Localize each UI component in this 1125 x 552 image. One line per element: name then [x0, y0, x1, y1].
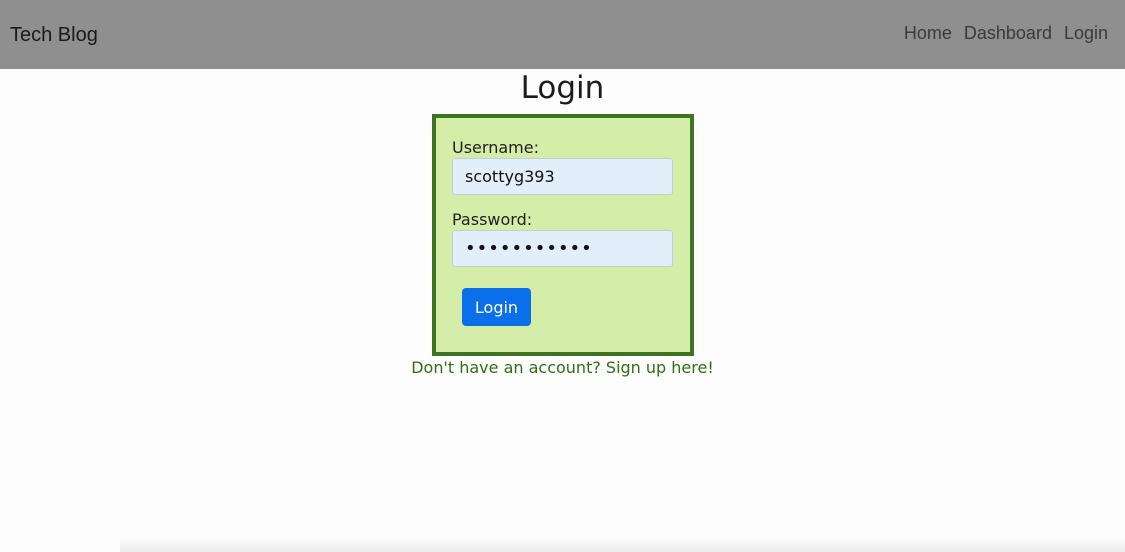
navbar: Tech Blog Home Dashboard Login	[0, 0, 1125, 69]
bottom-shadow	[120, 538, 1125, 552]
username-label: Username:	[452, 138, 539, 157]
username-input[interactable]	[452, 158, 673, 195]
nav-link-login[interactable]: Login	[1064, 23, 1108, 44]
nav-link-dashboard[interactable]: Dashboard	[964, 23, 1052, 44]
password-input[interactable]	[452, 230, 673, 267]
page-title: Login	[520, 70, 605, 106]
brand-link[interactable]: Tech Blog	[10, 24, 98, 47]
nav-link-home[interactable]: Home	[904, 23, 952, 44]
nav-links: Home Dashboard Login	[904, 23, 1108, 44]
login-button[interactable]: Login	[462, 288, 531, 326]
login-form: Username: Password: Login	[432, 114, 694, 356]
signup-link[interactable]: Don't have an account? Sign up here!	[0, 358, 1125, 377]
password-label: Password:	[452, 210, 533, 229]
